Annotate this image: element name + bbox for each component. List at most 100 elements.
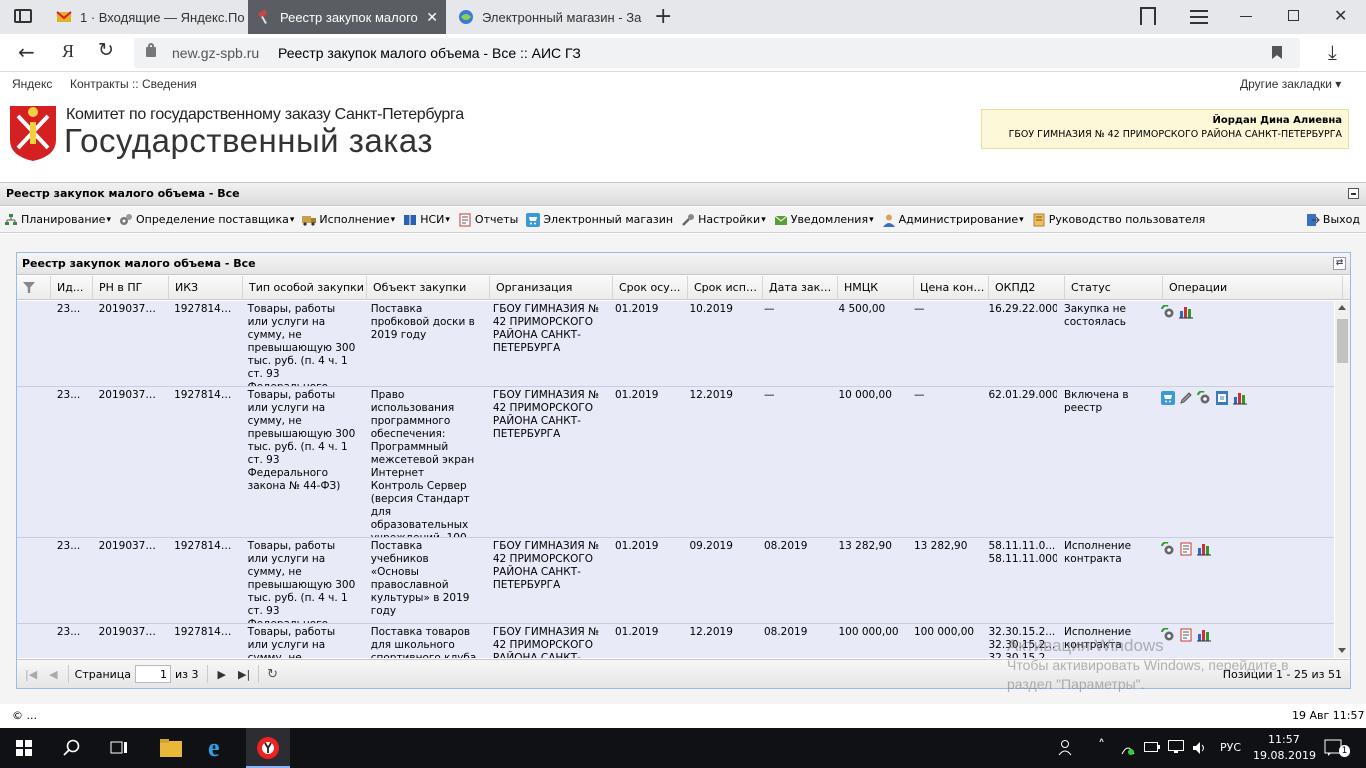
- cell-ikz: 19278141...: [174, 303, 238, 315]
- gear-refresh-icon[interactable]: [1197, 390, 1211, 405]
- report-icon: [458, 213, 472, 227]
- tab-eshop[interactable]: Электронный магазин - За: [450, 0, 648, 34]
- column-header-2[interactable]: ИКЗ: [169, 276, 243, 300]
- row-select-cell[interactable]: [17, 538, 51, 623]
- doc-icon[interactable]: [1215, 391, 1229, 405]
- new-tab-button[interactable]: +: [654, 4, 672, 29]
- chart-icon[interactable]: [1233, 391, 1248, 405]
- column-header-10[interactable]: Цена конт...: [914, 276, 989, 300]
- restore-button[interactable]: [1288, 10, 1299, 21]
- bookmarks-bar: Яндекс Контракты :: Сведения Другие закл…: [0, 72, 1366, 96]
- last-page-icon[interactable]: ▶|: [238, 668, 250, 681]
- menu-item-9[interactable]: Руководство пользователя: [1028, 207, 1210, 233]
- column-header-1[interactable]: РН в ПГ: [93, 276, 169, 300]
- menu-item-6[interactable]: Настройки ▾: [677, 207, 770, 233]
- gear-refresh-icon[interactable]: [1161, 541, 1175, 556]
- tray-battery-icon: [1144, 742, 1160, 752]
- tab-registry[interactable]: Реестр закупок малого ✕: [248, 0, 446, 34]
- menu-icon[interactable]: [1190, 10, 1208, 24]
- cart-icon[interactable]: [1161, 391, 1176, 405]
- column-header-12[interactable]: Статус: [1065, 276, 1163, 300]
- chart-icon[interactable]: [1179, 305, 1194, 319]
- row-select-cell[interactable]: [17, 387, 51, 537]
- table-row[interactable]: 23... 20190372... 19278141... Товары, работ…: [17, 387, 1334, 538]
- column-header-0[interactable]: Ид...: [51, 276, 93, 300]
- tray-date[interactable]: 19.08.2019: [1253, 749, 1316, 762]
- people-icon[interactable]: [1058, 739, 1076, 757]
- column-header-11[interactable]: ОКПД2: [989, 276, 1065, 300]
- cell-price: —: [913, 303, 925, 315]
- menu-item-5[interactable]: Электронный магазин: [522, 207, 677, 233]
- page-of-label: из 3: [175, 667, 199, 681]
- close-window-button[interactable]: ✕: [1334, 6, 1347, 25]
- first-page-icon[interactable]: |◀: [25, 668, 37, 681]
- tray-time[interactable]: 11:57: [1268, 733, 1300, 746]
- cell-nmck: 4 500,00: [838, 303, 886, 315]
- menu-item-3[interactable]: НСИ ▾: [399, 207, 454, 233]
- menu-item-4[interactable]: Отчеты: [454, 207, 522, 233]
- reload-icon[interactable]: ↻: [98, 39, 114, 61]
- search-icon[interactable]: [63, 739, 81, 757]
- menu-item-1[interactable]: Определение поставщика ▾: [115, 207, 298, 233]
- close-tab-icon[interactable]: ✕: [420, 9, 438, 26]
- column-filter-cell[interactable]: [17, 276, 51, 300]
- column-header-9[interactable]: НМЦК: [838, 276, 914, 300]
- bookmark-manager-icon[interactable]: [1140, 7, 1156, 25]
- scroll-down-arrow-icon[interactable]: [1338, 648, 1346, 653]
- minimize-button[interactable]: [1240, 16, 1252, 17]
- tray-language[interactable]: РУС: [1220, 741, 1241, 754]
- cell-rn: 20190372...: [98, 540, 163, 552]
- column-header-3[interactable]: Тип особой закупки: [243, 276, 367, 300]
- vertical-scrollbar[interactable]: [1335, 301, 1350, 658]
- refresh-tool-icon[interactable]: ⇄: [1333, 257, 1346, 270]
- menu-item-8[interactable]: Администрирование ▾: [878, 207, 1028, 233]
- collapse-panel-icon[interactable]: [1348, 188, 1359, 199]
- back-arrow-icon[interactable]: ←: [18, 40, 35, 64]
- yandex-browser-icon[interactable]: [256, 736, 280, 760]
- row-select-cell[interactable]: [17, 301, 51, 386]
- refresh-icon[interactable]: ↻: [267, 667, 278, 682]
- column-header-6[interactable]: Срок осу...: [613, 276, 688, 300]
- tray-volume-icon[interactable]: [1192, 740, 1208, 756]
- chart-icon[interactable]: [1197, 542, 1212, 556]
- windows-start-icon[interactable]: [16, 740, 32, 756]
- cell-status: Включена в реестр: [1063, 389, 1129, 414]
- address-field[interactable]: new.gz-spb.ru Реестр закупок малого объе…: [134, 38, 1300, 68]
- ie-icon[interactable]: e: [208, 734, 220, 762]
- prev-page-icon[interactable]: ◀: [49, 668, 57, 681]
- column-header-13[interactable]: Операции: [1163, 276, 1343, 300]
- bookmark-yandex[interactable]: Яндекс: [12, 77, 52, 91]
- column-header-4[interactable]: Объект закупки: [367, 276, 490, 300]
- bookmark-star-icon[interactable]: [1272, 46, 1282, 59]
- task-view-icon[interactable]: [110, 740, 128, 756]
- menu-item-2[interactable]: Исполнение ▾: [298, 207, 399, 233]
- yandex-logo-icon[interactable]: Я: [62, 41, 74, 62]
- scroll-up-arrow-icon[interactable]: [1338, 305, 1346, 310]
- menu-item-7[interactable]: Уведомления ▾: [770, 207, 878, 233]
- truck-icon: [302, 213, 317, 227]
- file-explorer-icon[interactable]: [160, 739, 182, 757]
- menu-item-0[interactable]: Планирование ▾: [0, 207, 115, 233]
- sidebar-toggle-icon[interactable]: [14, 9, 32, 23]
- next-page-icon[interactable]: ▶: [218, 668, 226, 681]
- report-icon[interactable]: [1179, 542, 1193, 556]
- table-row[interactable]: 23... 20190372... 19278141... Товары, работ…: [17, 538, 1334, 624]
- column-header-8[interactable]: Дата закл...: [763, 276, 838, 300]
- exit-button[interactable]: Выход: [1302, 207, 1366, 233]
- cell-type: Товары, работы или услуги на сумму, не п…: [247, 303, 356, 386]
- page-number-input[interactable]: [135, 665, 172, 683]
- bookmark-contracts[interactable]: Контракты :: Сведения: [70, 77, 197, 91]
- column-header-7[interactable]: Срок испо...: [688, 276, 763, 300]
- table-row[interactable]: 23... 20190372... 19278141... Товары, работ…: [17, 301, 1334, 387]
- tab-mail[interactable]: 1 · Входящие — Яндекс.По: [48, 0, 246, 34]
- cell-okpd: 62.01.29.000: [988, 389, 1058, 401]
- column-header-5[interactable]: Организация: [490, 276, 613, 300]
- scrollbar-thumb[interactable]: [1337, 319, 1348, 363]
- tray-chevron-icon[interactable]: ˄: [1098, 738, 1105, 754]
- tray-network-icon[interactable]: [1120, 740, 1136, 756]
- download-icon[interactable]: ⤓: [1328, 40, 1337, 64]
- pencil-icon[interactable]: [1179, 391, 1193, 405]
- row-select-cell[interactable]: [17, 624, 51, 658]
- other-bookmarks[interactable]: Другие закладки ▾: [1240, 77, 1341, 91]
- gear-refresh-icon[interactable]: [1161, 304, 1175, 319]
